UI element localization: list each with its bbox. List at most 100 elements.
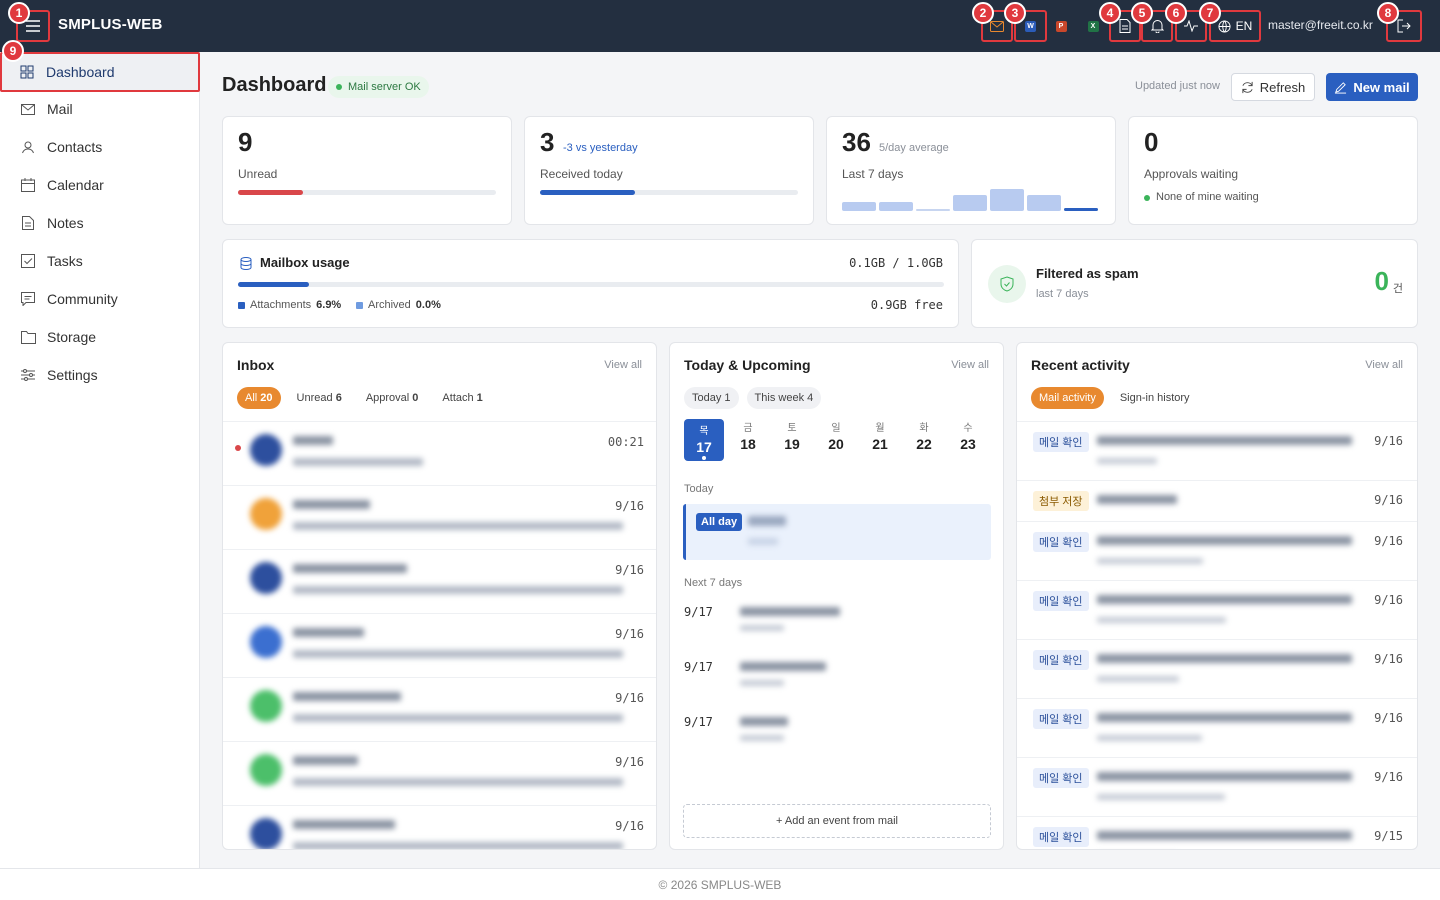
calendar-tab-week[interactable]: This week 4 [746, 387, 822, 409]
day-cell[interactable]: 수 23 [948, 419, 988, 461]
weekly-bar [1027, 195, 1061, 211]
row-time: 9/16 [615, 755, 644, 769]
day-cell[interactable]: 토 19 [772, 419, 812, 461]
day-cell[interactable]: 일 20 [816, 419, 856, 461]
sender-avatar [250, 498, 282, 530]
sidebar-item-dashboard[interactable]: Dashboard [0, 52, 200, 92]
row-time: 9/16 [615, 499, 644, 513]
inbox-list: 00:21 9/16 9/16 9/16 9/16 9/16 9/16 [223, 421, 656, 849]
subject-redacted [293, 650, 623, 658]
day-cell[interactable]: 목 17 [684, 419, 724, 461]
sidebar-item-mail[interactable]: Mail [0, 90, 200, 128]
inbox-filter-approval[interactable]: Approval 0 [358, 387, 427, 409]
unread-dot [235, 445, 241, 451]
sender-avatar [250, 690, 282, 722]
unread-card[interactable]: 9 Unread [222, 116, 512, 225]
new-mail-button[interactable]: New mail [1326, 73, 1418, 101]
document-icon [1119, 19, 1131, 33]
inbox-row[interactable]: 9/16 [223, 485, 656, 549]
new-mail-label: New mail [1353, 79, 1410, 95]
sidebar-item-label: Dashboard [46, 64, 115, 80]
upcoming-title-redacted[interactable] [740, 662, 826, 671]
activity-subject-redacted [1097, 713, 1352, 722]
inbox-filter-all[interactable]: All 20 [237, 387, 281, 409]
day-cell[interactable]: 월 21 [860, 419, 900, 461]
inbox-panel: Inbox View all All 20 Unread 6 Approval … [222, 342, 657, 850]
activity-tab-mail[interactable]: Mail activity [1031, 387, 1104, 409]
activity-row[interactable]: 메일 확인 9/16 [1017, 580, 1417, 639]
upcoming-time-redacted [740, 680, 784, 686]
mailbox-progress-fill [238, 282, 309, 287]
today-dot [702, 456, 706, 460]
inbox-row[interactable]: 9/16 [223, 677, 656, 741]
sidebar-item-storage[interactable]: Storage [0, 318, 200, 356]
activity-row[interactable]: 메일 확인 9/16 [1017, 757, 1417, 816]
activity-detail-redacted [1097, 558, 1203, 564]
attachments-swatch [238, 301, 245, 309]
status-dot [336, 84, 342, 90]
day-name: 수 [963, 423, 973, 434]
activity-row[interactable]: 첨부 저장 9/16 [1017, 480, 1417, 521]
powerpoint-app-button[interactable]: P [1050, 10, 1072, 42]
contacts-icon [20, 139, 36, 155]
activity-detail-redacted [1097, 676, 1179, 682]
activity-row[interactable]: 메일 확인 9/15 [1017, 816, 1417, 849]
activity-row[interactable]: 메일 확인 9/16 [1017, 521, 1417, 580]
spam-card[interactable]: Filtered as spam last 7 days 0 건 [971, 239, 1418, 328]
approvals-card[interactable]: 0 Approvals waiting None of mine waiting [1128, 116, 1418, 225]
inbox-view-all-link[interactable]: View all [604, 359, 642, 371]
add-event-button[interactable]: + Add an event from mail [683, 804, 991, 838]
folder-icon [20, 329, 36, 345]
calendar-view-all-link[interactable]: View all [951, 359, 989, 371]
day-cell[interactable]: 금 18 [728, 419, 768, 461]
sidebar-item-label: Notes [47, 215, 84, 231]
day-name: 금 [743, 423, 753, 434]
inbox-row[interactable]: 9/16 [223, 741, 656, 805]
sidebar-item-settings[interactable]: Settings [0, 356, 200, 394]
activity-row[interactable]: 메일 확인 9/16 [1017, 421, 1417, 480]
weekly-bar [953, 195, 987, 211]
approvals-status-dot [1144, 195, 1150, 201]
sidebar-item-calendar[interactable]: Calendar [0, 166, 200, 204]
filter-label: All [245, 392, 258, 404]
calendar-tabs: Today 1 This week 4 [684, 387, 829, 409]
today-event[interactable]: All day [683, 504, 991, 560]
sidebar-item-contacts[interactable]: Contacts [0, 128, 200, 166]
refresh-icon [1242, 81, 1253, 93]
inbox-row[interactable]: 00:21 [223, 421, 656, 485]
activity-row[interactable]: 메일 확인 9/16 [1017, 639, 1417, 698]
day-name: 화 [919, 423, 929, 434]
sidebar-item-notes[interactable]: Notes [0, 204, 200, 242]
approvals-count: 0 [1144, 127, 1159, 157]
refresh-label: Refresh [1259, 79, 1306, 95]
user-email[interactable]: master@freeit.co.kr [1268, 18, 1373, 32]
refresh-button[interactable]: Refresh [1231, 73, 1315, 101]
upcoming-title-redacted[interactable] [740, 607, 840, 616]
weekly-bar [990, 189, 1024, 211]
sidebar-item-community[interactable]: Community [0, 280, 200, 318]
sidebar-item-tasks[interactable]: Tasks [0, 242, 200, 280]
sender-redacted [293, 436, 333, 445]
inbox-filter-unread[interactable]: Unread 6 [289, 387, 350, 409]
day-cell[interactable]: 화 22 [904, 419, 944, 461]
app-brand: SMPLUS-WEB [58, 16, 163, 33]
inbox-row[interactable]: 9/16 [223, 805, 656, 849]
inbox-filter-attach[interactable]: Attach 1 [434, 387, 490, 409]
day-date: 21 [872, 436, 888, 452]
archived-value: 0.0% [415, 299, 441, 311]
inbox-row[interactable]: 9/16 [223, 613, 656, 677]
next-section-label: Next 7 days [684, 577, 743, 589]
inbox-row[interactable]: 9/16 [223, 549, 656, 613]
upcoming-title-redacted[interactable] [740, 717, 788, 726]
activity-tab-signin[interactable]: Sign-in history [1112, 387, 1198, 409]
activity-row[interactable]: 메일 확인 9/16 [1017, 698, 1417, 757]
bell-icon [1150, 20, 1164, 33]
day-name: 일 [831, 423, 841, 434]
activity-view-all-link[interactable]: View all [1365, 359, 1403, 371]
calendar-tab-today[interactable]: Today 1 [684, 387, 739, 409]
received-card[interactable]: 3 -3 vs yesterday Received today [524, 116, 814, 225]
weekly-bar [842, 202, 876, 211]
unread-count: 9 [238, 127, 253, 157]
annotation-badge: 7 [1199, 2, 1221, 24]
weekly-card[interactable]: 36 5/day average Last 7 days [826, 116, 1116, 225]
